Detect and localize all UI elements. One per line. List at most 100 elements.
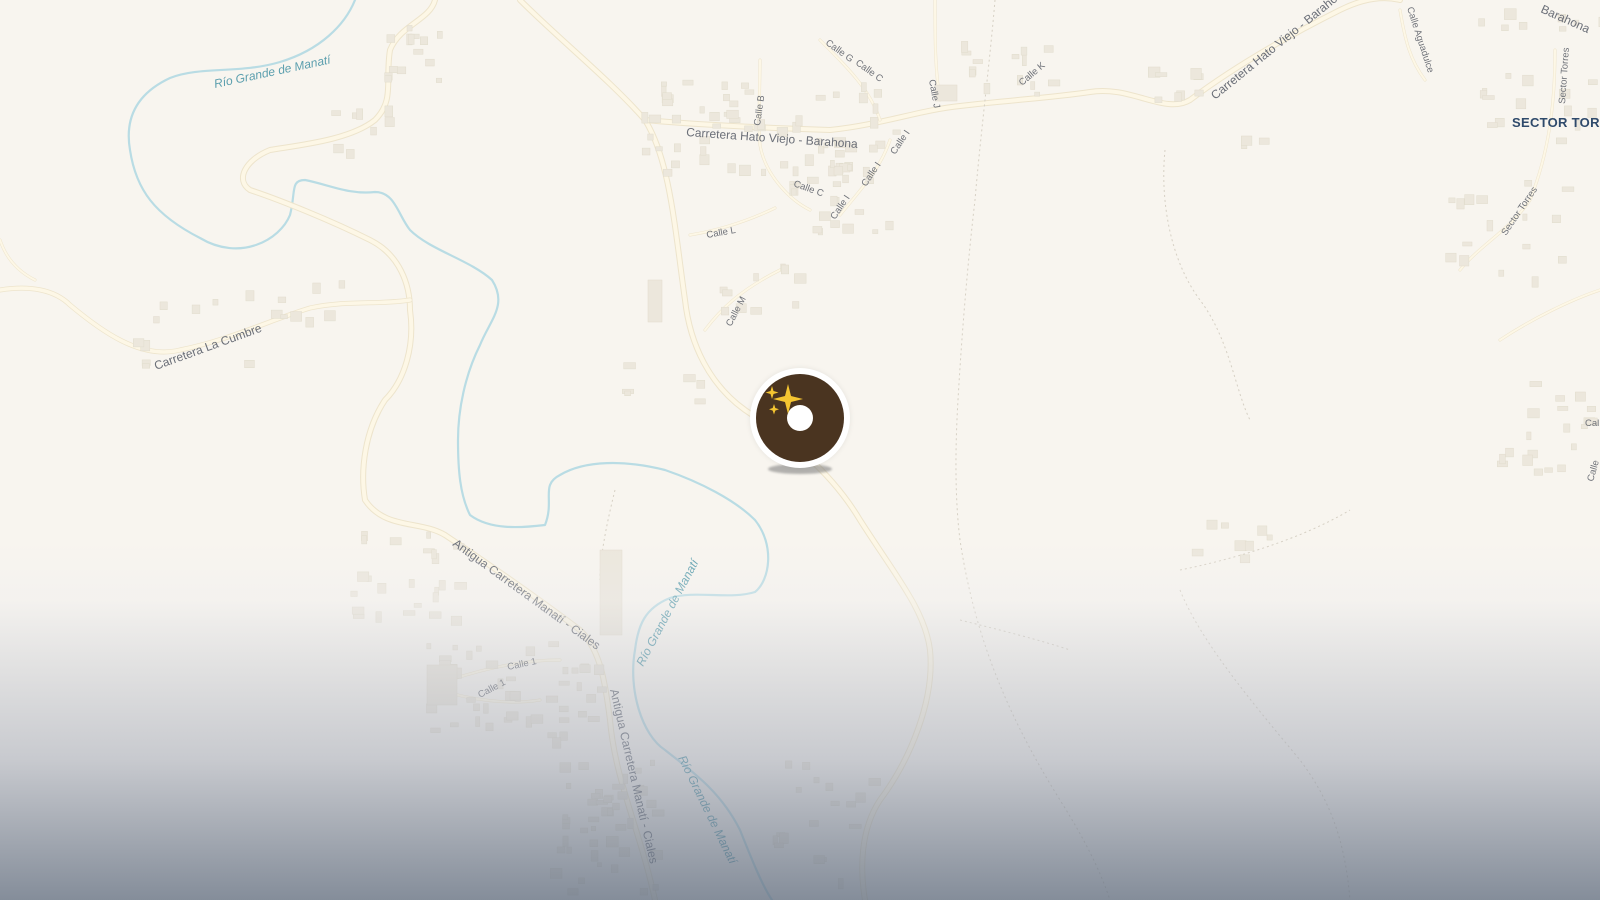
building [566, 782, 572, 789]
building [648, 114, 662, 123]
label-calle-b: Calle B [752, 95, 767, 127]
building [795, 115, 803, 127]
building [579, 664, 591, 673]
building [1462, 241, 1473, 247]
label-calle-i-1: Calle I [888, 128, 912, 156]
building [1221, 522, 1229, 529]
building [245, 290, 255, 302]
building [430, 727, 441, 733]
building [597, 686, 607, 693]
label-road-antigua-1: Antigua Carretera Manatí - Ciales [450, 536, 603, 652]
building [802, 762, 811, 770]
map-canvas[interactable]: Río Grande de Manatí Río Grande de Manat… [0, 0, 1600, 900]
building [384, 105, 393, 118]
building [854, 209, 865, 215]
building [425, 58, 435, 67]
building [661, 81, 667, 87]
building [1522, 243, 1531, 250]
building [452, 644, 458, 651]
building [1501, 24, 1509, 31]
building [438, 580, 446, 591]
building [726, 109, 739, 119]
building [834, 150, 845, 158]
building [694, 398, 706, 405]
building [338, 280, 346, 289]
location-marker[interactable] [750, 368, 850, 474]
building [1556, 137, 1567, 145]
building [351, 606, 365, 615]
building [1487, 122, 1498, 128]
building [842, 174, 849, 184]
building [858, 92, 868, 104]
building [1522, 74, 1534, 87]
label-calle-aguadulce: Calle Aguadulce [1404, 6, 1436, 75]
building [1571, 443, 1577, 451]
building [413, 48, 424, 55]
building [290, 311, 302, 322]
building [830, 160, 835, 168]
building [244, 360, 255, 368]
building [558, 680, 570, 686]
building [1555, 395, 1565, 402]
building [830, 220, 840, 228]
building [699, 154, 710, 166]
building [1544, 467, 1553, 473]
building [804, 154, 814, 166]
building [485, 722, 494, 732]
building [682, 79, 694, 86]
building [562, 835, 569, 847]
building [1561, 186, 1575, 192]
building [750, 307, 762, 315]
building [671, 160, 680, 169]
building [671, 114, 681, 124]
building [969, 69, 976, 78]
building [1498, 269, 1505, 277]
building-large [426, 664, 458, 706]
building [597, 862, 602, 868]
building [700, 146, 707, 156]
building [1482, 95, 1495, 100]
building [739, 164, 751, 176]
building [386, 34, 396, 43]
building [674, 143, 681, 153]
building [591, 793, 601, 799]
building [1459, 255, 1470, 267]
building [722, 289, 733, 297]
building [1505, 73, 1512, 79]
building [562, 814, 569, 821]
building [813, 777, 820, 784]
building [861, 82, 867, 92]
building [408, 579, 415, 588]
building [662, 92, 672, 100]
building [870, 117, 879, 129]
building [618, 847, 631, 857]
building [603, 796, 613, 803]
building [744, 89, 755, 95]
building [562, 666, 569, 675]
building [815, 94, 826, 101]
building [580, 827, 589, 834]
building [1518, 22, 1528, 30]
building [346, 149, 355, 159]
building [809, 820, 819, 827]
label-calle-1-b: Calle 1 [506, 656, 537, 673]
label-river-3: Río Grande de Manatí [675, 753, 740, 867]
building [792, 166, 799, 177]
building [721, 81, 728, 90]
building [1526, 431, 1532, 441]
building [466, 650, 473, 660]
building [846, 801, 856, 808]
building [779, 832, 789, 844]
building [1531, 276, 1539, 288]
building [450, 615, 462, 626]
building [324, 310, 336, 322]
building [426, 703, 438, 714]
building [813, 855, 825, 864]
building [1505, 447, 1514, 458]
building [549, 868, 563, 879]
building [466, 697, 476, 703]
building [833, 166, 843, 176]
building [384, 117, 395, 127]
building [655, 146, 663, 152]
building [1529, 381, 1542, 387]
